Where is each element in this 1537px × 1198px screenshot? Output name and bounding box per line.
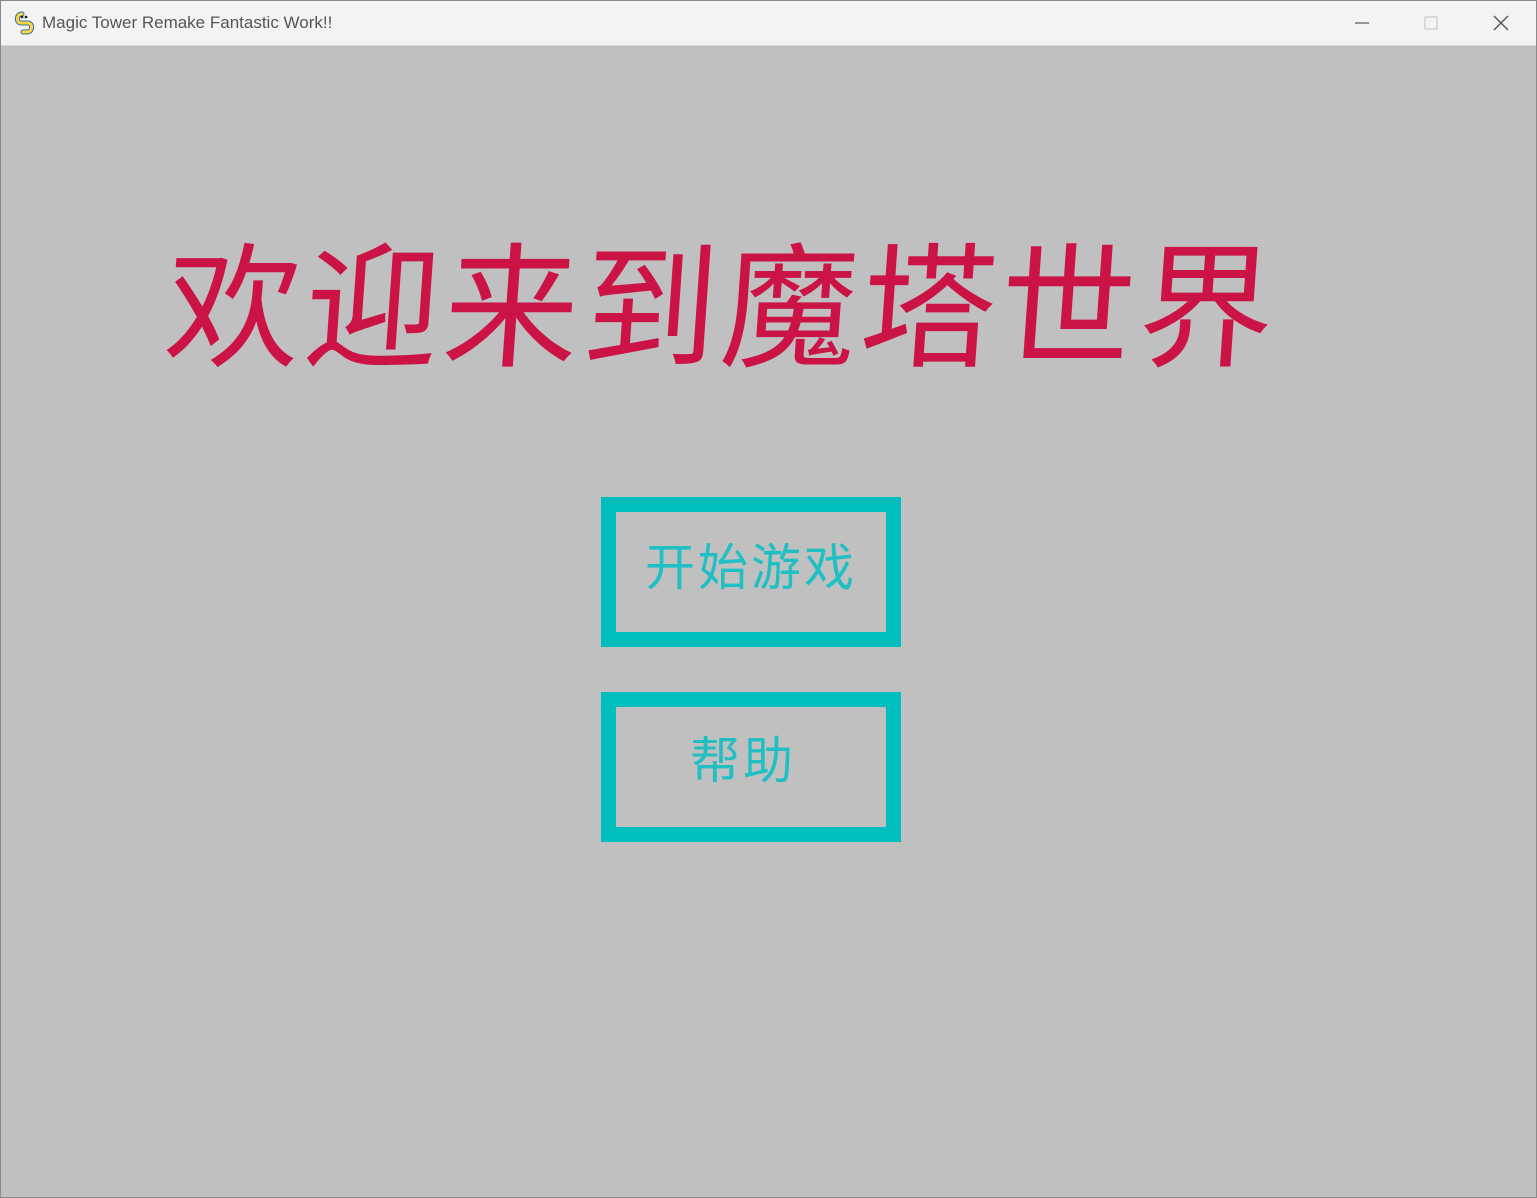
start-game-label: 开始游戏 xyxy=(645,539,857,597)
game-canvas[interactable]: 欢迎来到魔塔世界 开始游戏 帮助 xyxy=(1,46,1536,1197)
minimize-button[interactable] xyxy=(1327,1,1397,45)
start-game-button[interactable]: 开始游戏 xyxy=(601,497,901,647)
title-bar[interactable]: Magic Tower Remake Fantastic Work!! xyxy=(1,1,1536,46)
pygame-snake-icon xyxy=(14,11,35,35)
maximize-button[interactable] xyxy=(1396,1,1466,45)
close-button[interactable] xyxy=(1466,1,1536,45)
window-title: Magic Tower Remake Fantastic Work!! xyxy=(42,13,333,32)
welcome-title: 欢迎来到魔塔世界 xyxy=(160,231,1284,388)
close-icon xyxy=(1493,15,1509,31)
minimize-icon xyxy=(1355,22,1369,24)
help-label: 帮助 xyxy=(690,732,796,790)
maximize-icon xyxy=(1424,16,1438,30)
help-button[interactable]: 帮助 xyxy=(601,692,901,842)
game-window: Magic Tower Remake Fantastic Work!! 欢迎来到… xyxy=(0,0,1537,1198)
